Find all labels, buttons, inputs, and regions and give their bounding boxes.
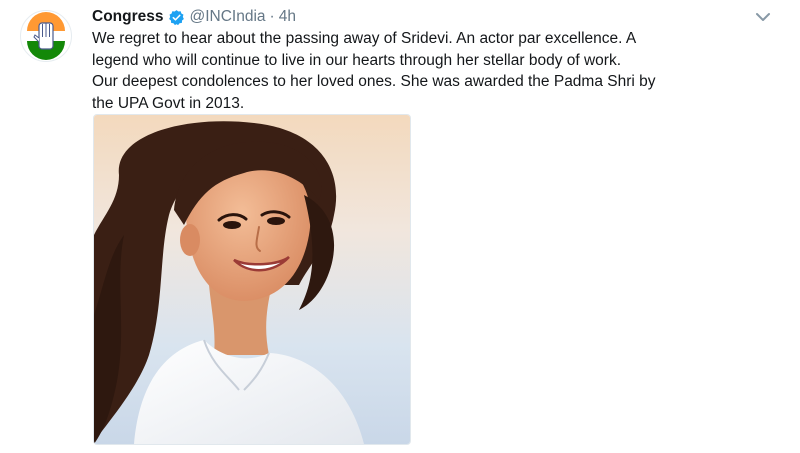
chevron-down-icon[interactable] [754, 10, 772, 24]
tweet-media[interactable] [93, 114, 411, 445]
avatar[interactable] [20, 10, 72, 62]
tweet-text: We regret to hear about the passing away… [92, 30, 656, 112]
photo-of-smiling-woman-icon [94, 115, 410, 444]
verified-badge-icon [168, 9, 184, 25]
congress-hand-logo-icon [27, 12, 65, 60]
user-handle[interactable]: @INCIndia [190, 8, 266, 26]
display-name[interactable]: Congress [92, 8, 164, 26]
tweet-header: Congress @INCIndia · 4h [92, 6, 296, 28]
timestamp[interactable]: 4h [279, 8, 296, 26]
separator-dot: · [269, 8, 275, 25]
tweet: Congress @INCIndia · 4h We regret to hea… [0, 0, 800, 453]
